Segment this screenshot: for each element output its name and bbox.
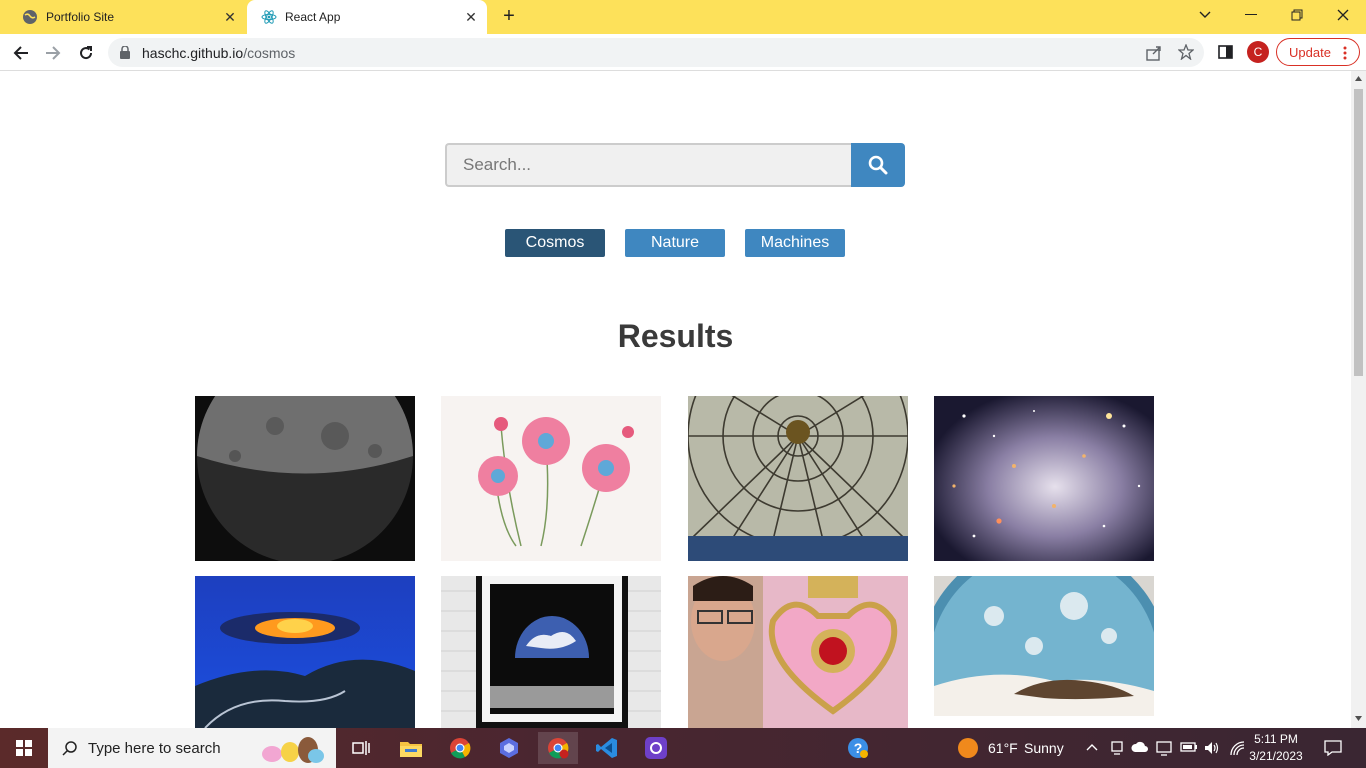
chrome-profile-icon[interactable] [538,732,578,764]
gallery-image-cosmos-flowers[interactable] [441,396,661,561]
minimize-icon[interactable] [1228,0,1274,30]
search-icon [868,155,888,175]
help-icon[interactable]: ? [842,732,874,764]
globe-icon [23,10,37,24]
windows-taskbar: Type here to search ? 61°F Sunny 5:11 PM… [0,728,1366,768]
windows-start-icon[interactable] [8,732,40,764]
lock-icon [120,46,130,59]
easter-eggs-icon [262,737,324,763]
close-window-icon[interactable] [1320,0,1366,30]
clock-date: 3/21/2023 [1249,749,1303,763]
search-input[interactable] [445,143,852,187]
display-icon[interactable] [1156,740,1172,756]
weather-temperature: 61°F [988,740,1018,756]
battery-icon[interactable] [1180,741,1198,753]
category-button-nature[interactable]: Nature [625,229,725,257]
results-heading: Results [617,318,734,354]
search-bar [445,143,905,187]
side-panel-icon[interactable] [1218,45,1233,59]
reload-icon[interactable] [73,40,99,66]
meet-now-icon[interactable] [1110,740,1124,756]
react-logo-icon [261,10,277,24]
tab-title: Portfolio Site [46,10,115,24]
menu-kebab-icon [1343,46,1347,60]
gallery-image-sunset-hills[interactable] [195,576,415,728]
bookmark-star-icon[interactable] [1178,44,1194,60]
taskbar-search-placeholder: Type here to search [88,739,221,757]
close-tab-icon[interactable]: ✕ [461,9,481,26]
gallery-image-moon[interactable] [195,396,415,561]
wifi-icon[interactable] [1229,740,1245,756]
forward-arrow-icon[interactable] [40,40,66,66]
task-view-icon[interactable] [345,732,377,764]
sunny-weather-icon [952,732,984,764]
bing-app-icon[interactable] [493,732,525,764]
taskbar-clock[interactable]: 5:11 PM 3/21/2023 [1246,731,1306,765]
page-viewport: Cosmos Nature Machines Results [0,71,1351,728]
chrome-icon[interactable] [444,732,476,764]
volume-icon[interactable] [1204,740,1220,756]
search-button[interactable] [851,143,905,187]
share-icon[interactable] [1146,45,1162,61]
scroll-up-arrow-icon[interactable] [1355,76,1362,81]
page-scrollbar[interactable] [1351,71,1366,728]
update-button[interactable]: Update [1276,38,1360,66]
taskbar-search-box[interactable]: Type here to search [48,728,336,768]
category-button-cosmos[interactable]: Cosmos [505,229,605,257]
vscode-icon[interactable] [591,732,623,764]
tab-react-app[interactable]: React App ✕ [247,0,487,34]
close-tab-icon[interactable]: ✕ [220,9,240,26]
onedrive-cloud-icon[interactable] [1131,741,1149,753]
browser-toolbar: haschc.github.io/cosmos C Update [0,34,1366,71]
gallery-image-planet-clouds[interactable] [934,576,1154,716]
gallery-image-earthrise-art[interactable] [441,576,661,728]
gallery-image-person-with-compact[interactable] [688,576,908,728]
weather-condition: Sunny [1024,740,1064,756]
tab-title: React App [285,10,341,24]
tab-search-icon[interactable] [1182,0,1228,30]
clock-time: 5:11 PM [1254,732,1298,746]
file-explorer-icon[interactable] [395,732,427,764]
gallery-image-star-cluster[interactable] [934,396,1154,561]
github-desktop-icon[interactable] [640,732,672,764]
back-arrow-icon[interactable] [8,40,34,66]
scrollbar-thumb[interactable] [1354,89,1363,376]
category-button-machines[interactable]: Machines [745,229,845,257]
gallery-image-glass-dome[interactable] [688,396,908,561]
search-icon [62,741,77,756]
new-tab-button[interactable]: + [498,5,520,27]
show-hidden-icons-chevron-icon[interactable] [1086,743,1098,751]
url-text: haschc.github.io/cosmos [142,45,296,61]
profile-avatar[interactable]: C [1247,41,1269,63]
update-label: Update [1289,44,1331,60]
browser-tab-strip: Portfolio Site ✕ React App ✕ + [0,0,1366,34]
tab-portfolio-site[interactable]: Portfolio Site ✕ [8,0,246,34]
restore-icon[interactable] [1274,0,1320,30]
notifications-icon[interactable] [1324,740,1342,756]
address-bar[interactable]: haschc.github.io/cosmos [108,38,1204,67]
scroll-down-arrow-icon[interactable] [1355,716,1362,721]
